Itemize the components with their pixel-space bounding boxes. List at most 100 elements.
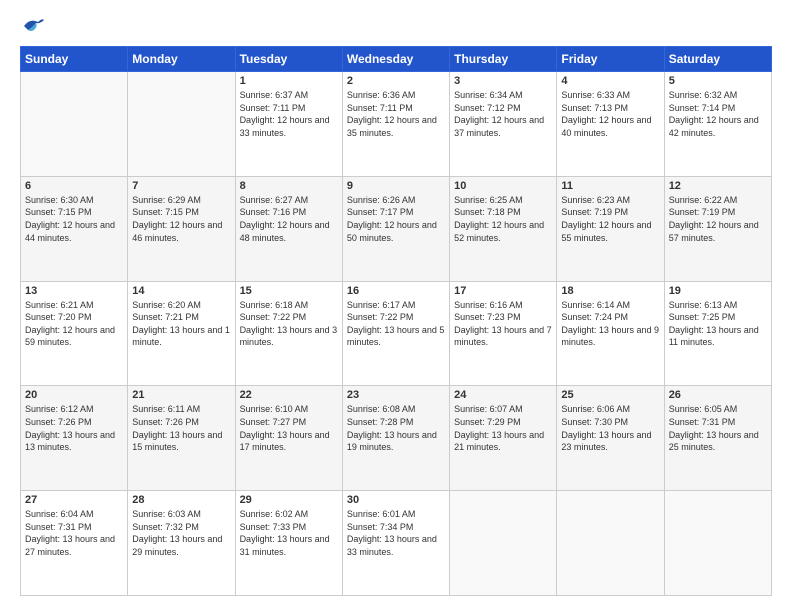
day-info: Sunrise: 6:26 AM Sunset: 7:17 PM Dayligh… — [347, 194, 445, 244]
day-number: 19 — [669, 285, 767, 297]
day-info: Sunrise: 6:14 AM Sunset: 7:24 PM Dayligh… — [561, 299, 659, 349]
day-number: 20 — [25, 389, 123, 401]
calendar-cell: 20 Sunrise: 6:12 AM Sunset: 7:26 PM Dayli… — [21, 386, 128, 491]
calendar-cell: 3 Sunrise: 6:34 AM Sunset: 7:12 PM Daylig… — [450, 72, 557, 177]
day-number: 3 — [454, 75, 552, 87]
calendar-cell: 1 Sunrise: 6:37 AM Sunset: 7:11 PM Daylig… — [235, 72, 342, 177]
day-number: 2 — [347, 75, 445, 87]
day-info: Sunrise: 6:20 AM Sunset: 7:21 PM Dayligh… — [132, 299, 230, 349]
day-info: Sunrise: 6:33 AM Sunset: 7:13 PM Dayligh… — [561, 89, 659, 139]
weekday-header-wednesday: Wednesday — [342, 47, 449, 72]
weekday-header-monday: Monday — [128, 47, 235, 72]
calendar-cell: 5 Sunrise: 6:32 AM Sunset: 7:14 PM Daylig… — [664, 72, 771, 177]
day-number: 1 — [240, 75, 338, 87]
weekday-header-sunday: Sunday — [21, 47, 128, 72]
calendar-row: 13 Sunrise: 6:21 AM Sunset: 7:20 PM Dayli… — [21, 281, 772, 386]
day-info: Sunrise: 6:27 AM Sunset: 7:16 PM Dayligh… — [240, 194, 338, 244]
day-number: 9 — [347, 180, 445, 192]
day-info: Sunrise: 6:06 AM Sunset: 7:30 PM Dayligh… — [561, 403, 659, 453]
day-info: Sunrise: 6:36 AM Sunset: 7:11 PM Dayligh… — [347, 89, 445, 139]
logo — [20, 16, 46, 36]
calendar-body: 1 Sunrise: 6:37 AM Sunset: 7:11 PM Daylig… — [21, 72, 772, 596]
day-number: 22 — [240, 389, 338, 401]
calendar-cell: 9 Sunrise: 6:26 AM Sunset: 7:17 PM Daylig… — [342, 176, 449, 281]
day-number: 6 — [25, 180, 123, 192]
day-number: 24 — [454, 389, 552, 401]
day-info: Sunrise: 6:22 AM Sunset: 7:19 PM Dayligh… — [669, 194, 767, 244]
calendar-cell — [128, 72, 235, 177]
day-info: Sunrise: 6:25 AM Sunset: 7:18 PM Dayligh… — [454, 194, 552, 244]
calendar-cell: 15 Sunrise: 6:18 AM Sunset: 7:22 PM Dayli… — [235, 281, 342, 386]
day-number: 28 — [132, 494, 230, 506]
day-info: Sunrise: 6:23 AM Sunset: 7:19 PM Dayligh… — [561, 194, 659, 244]
day-number: 26 — [669, 389, 767, 401]
day-info: Sunrise: 6:32 AM Sunset: 7:14 PM Dayligh… — [669, 89, 767, 139]
calendar-cell: 27 Sunrise: 6:04 AM Sunset: 7:31 PM Dayli… — [21, 491, 128, 596]
day-info: Sunrise: 6:16 AM Sunset: 7:23 PM Dayligh… — [454, 299, 552, 349]
calendar-cell: 23Sunrise: 6:08 AM Sunset: 7:28 PM Dayli… — [342, 386, 449, 491]
calendar-cell: 17 Sunrise: 6:16 AM Sunset: 7:23 PM Dayli… — [450, 281, 557, 386]
calendar-cell — [450, 491, 557, 596]
calendar-cell: 8 Sunrise: 6:27 AM Sunset: 7:16 PM Daylig… — [235, 176, 342, 281]
day-info: Sunrise: 6:21 AM Sunset: 7:20 PM Dayligh… — [25, 299, 123, 349]
day-number: 15 — [240, 285, 338, 297]
weekday-header-saturday: Saturday — [664, 47, 771, 72]
day-info: Sunrise: 6:29 AM Sunset: 7:15 PM Dayligh… — [132, 194, 230, 244]
day-number: 13 — [25, 285, 123, 297]
calendar-row: 20 Sunrise: 6:12 AM Sunset: 7:26 PM Dayli… — [21, 386, 772, 491]
day-number: 25 — [561, 389, 659, 401]
calendar-cell: 13 Sunrise: 6:21 AM Sunset: 7:20 PM Dayli… — [21, 281, 128, 386]
weekday-header-tuesday: Tuesday — [235, 47, 342, 72]
day-info: Sunrise: 6:01 AM Sunset: 7:34 PM Dayligh… — [347, 508, 445, 558]
day-info: Sunrise: 6:17 AM Sunset: 7:22 PM Dayligh… — [347, 299, 445, 349]
day-number: 27 — [25, 494, 123, 506]
day-number: 16 — [347, 285, 445, 297]
day-info: Sunrise: 6:34 AM Sunset: 7:12 PM Dayligh… — [454, 89, 552, 139]
logo-bird-icon — [22, 16, 46, 36]
day-info: Sunrise: 6:08 AM Sunset: 7:28 PM Dayligh… — [347, 403, 445, 453]
day-number: 10 — [454, 180, 552, 192]
calendar-cell: 11 Sunrise: 6:23 AM Sunset: 7:19 PM Dayli… — [557, 176, 664, 281]
calendar-cell: 22Sunrise: 6:10 AM Sunset: 7:27 PM Dayli… — [235, 386, 342, 491]
calendar-cell: 7Sunrise: 6:29 AM Sunset: 7:15 PM Daylig… — [128, 176, 235, 281]
day-number: 11 — [561, 180, 659, 192]
calendar-cell: 2 Sunrise: 6:36 AM Sunset: 7:11 PM Daylig… — [342, 72, 449, 177]
calendar-row: 1 Sunrise: 6:37 AM Sunset: 7:11 PM Daylig… — [21, 72, 772, 177]
day-info: Sunrise: 6:37 AM Sunset: 7:11 PM Dayligh… — [240, 89, 338, 139]
day-number: 12 — [669, 180, 767, 192]
calendar-cell — [21, 72, 128, 177]
calendar-row: 6 Sunrise: 6:30 AM Sunset: 7:15 PM Daylig… — [21, 176, 772, 281]
day-number: 18 — [561, 285, 659, 297]
day-number: 29 — [240, 494, 338, 506]
calendar-cell — [664, 491, 771, 596]
calendar-cell: 14Sunrise: 6:20 AM Sunset: 7:21 PM Dayli… — [128, 281, 235, 386]
day-number: 4 — [561, 75, 659, 87]
calendar-cell: 26 Sunrise: 6:05 AM Sunset: 7:31 PM Dayli… — [664, 386, 771, 491]
day-info: Sunrise: 6:13 AM Sunset: 7:25 PM Dayligh… — [669, 299, 767, 349]
calendar-row: 27 Sunrise: 6:04 AM Sunset: 7:31 PM Dayli… — [21, 491, 772, 596]
weekday-header-friday: Friday — [557, 47, 664, 72]
calendar-cell: 19 Sunrise: 6:13 AM Sunset: 7:25 PM Dayli… — [664, 281, 771, 386]
calendar-table: SundayMondayTuesdayWednesdayThursdayFrid… — [20, 46, 772, 596]
day-number: 5 — [669, 75, 767, 87]
day-number: 8 — [240, 180, 338, 192]
day-info: Sunrise: 6:12 AM Sunset: 7:26 PM Dayligh… — [25, 403, 123, 453]
calendar-cell: 16 Sunrise: 6:17 AM Sunset: 7:22 PM Dayli… — [342, 281, 449, 386]
calendar-cell: 29 Sunrise: 6:02 AM Sunset: 7:33 PM Dayli… — [235, 491, 342, 596]
day-info: Sunrise: 6:18 AM Sunset: 7:22 PM Dayligh… — [240, 299, 338, 349]
calendar-cell: 30 Sunrise: 6:01 AM Sunset: 7:34 PM Dayli… — [342, 491, 449, 596]
day-info: Sunrise: 6:05 AM Sunset: 7:31 PM Dayligh… — [669, 403, 767, 453]
calendar-cell: 4 Sunrise: 6:33 AM Sunset: 7:13 PM Daylig… — [557, 72, 664, 177]
calendar-cell: 28Sunrise: 6:03 AM Sunset: 7:32 PM Dayli… — [128, 491, 235, 596]
day-number: 17 — [454, 285, 552, 297]
calendar-cell: 10 Sunrise: 6:25 AM Sunset: 7:18 PM Dayli… — [450, 176, 557, 281]
day-info: Sunrise: 6:02 AM Sunset: 7:33 PM Dayligh… — [240, 508, 338, 558]
day-number: 30 — [347, 494, 445, 506]
calendar-cell: 25 Sunrise: 6:06 AM Sunset: 7:30 PM Dayli… — [557, 386, 664, 491]
calendar-cell: 6 Sunrise: 6:30 AM Sunset: 7:15 PM Daylig… — [21, 176, 128, 281]
page: SundayMondayTuesdayWednesdayThursdayFrid… — [0, 0, 792, 612]
header — [20, 16, 772, 36]
day-info: Sunrise: 6:04 AM Sunset: 7:31 PM Dayligh… — [25, 508, 123, 558]
day-info: Sunrise: 6:30 AM Sunset: 7:15 PM Dayligh… — [25, 194, 123, 244]
day-info: Sunrise: 6:07 AM Sunset: 7:29 PM Dayligh… — [454, 403, 552, 453]
